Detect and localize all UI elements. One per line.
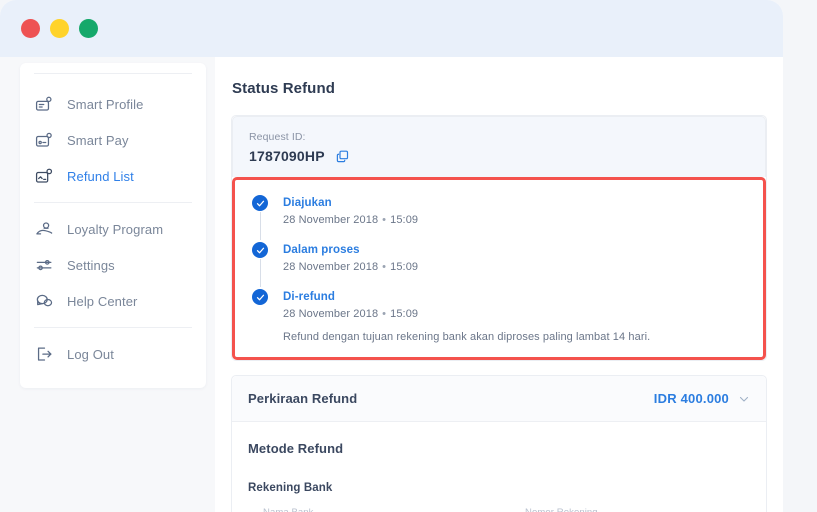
- loyalty-hand-icon: [34, 219, 54, 239]
- timeline-item: Di-refund 28 November 2018 • 15:09 Refund …: [251, 289, 747, 343]
- close-button[interactable]: [21, 19, 40, 38]
- sidebar-item-label: Log Out: [67, 346, 114, 362]
- timeline-connector: [259, 212, 261, 240]
- perkiraan-refund-amount: IDR 400.000: [653, 391, 729, 406]
- timeline-separator: •: [382, 261, 387, 273]
- window-controls: [21, 19, 98, 38]
- chevron-down-icon: [738, 393, 750, 405]
- sidebar-item-label: Help Center: [67, 293, 138, 309]
- chat-bubbles-icon: [34, 291, 54, 311]
- timeline-date: 28 November 2018: [283, 261, 379, 273]
- metode-refund-section: Metode Refund Rekening Bank Nama Bank BC…: [232, 422, 766, 512]
- sidebar-item-label: Loyalty Program: [67, 221, 164, 237]
- sidebar-divider-top: [34, 73, 192, 74]
- refund-card-icon: [34, 166, 54, 186]
- timeline-date: 28 November 2018: [283, 214, 379, 226]
- window-titlebar: [0, 0, 783, 57]
- sidebar-group-session: Log Out: [20, 334, 206, 374]
- sidebar-item-refund-list[interactable]: Refund List: [20, 158, 206, 194]
- sidebar-item-label: Smart Profile: [67, 96, 144, 112]
- logout-icon: [34, 344, 54, 364]
- perkiraan-refund-row[interactable]: Perkiraan Refund IDR 400.000: [232, 376, 766, 422]
- request-id-label: Request ID:: [249, 131, 306, 143]
- sidebar-item-smart-pay[interactable]: Smart Pay: [20, 122, 206, 158]
- sidebar-item-help-center[interactable]: Help Center: [20, 283, 206, 319]
- app-root: Smart Profile Smart Pay Refund List Loya…: [0, 0, 817, 512]
- account-number-label: Nomor Rekening: [521, 507, 602, 512]
- sidebar-divider-1: [34, 202, 192, 203]
- timeline-separator: •: [382, 214, 387, 226]
- timeline-date: 28 November 2018: [283, 308, 379, 320]
- timeline-item: Diajukan 28 November 2018 • 15:09: [251, 195, 747, 242]
- page-title: Status Refund: [232, 80, 335, 97]
- status-refund-card: Request ID: 1787090HP Diajukan 28 Novemb…: [231, 115, 767, 361]
- pay-card-icon: [34, 130, 54, 150]
- timeline-time: 15:09: [390, 261, 419, 273]
- perkiraan-refund-toggle[interactable]: IDR 400.000: [654, 391, 750, 406]
- check-circle-icon: [252, 289, 268, 305]
- sidebar-item-label: Settings: [67, 257, 115, 273]
- main-panel: Status Refund Request ID: 1787090HP Diaj…: [215, 57, 783, 512]
- timeline-time: 15:09: [390, 214, 419, 226]
- request-id-strip: Request ID: 1787090HP: [232, 116, 766, 177]
- timeline-status: Dalam proses: [283, 244, 360, 256]
- check-circle-icon: [252, 195, 268, 211]
- sidebar-item-smart-profile[interactable]: Smart Profile: [20, 86, 206, 122]
- timeline-note: Refund dengan tujuan rekening bank akan …: [283, 331, 651, 343]
- request-id-row: 1787090HP: [249, 148, 749, 164]
- request-id-value: 1787090HP: [249, 148, 325, 164]
- refund-timeline: Diajukan 28 November 2018 • 15:09 Dalam …: [251, 195, 747, 343]
- maximize-button[interactable]: [79, 19, 98, 38]
- browser-window: Smart Profile Smart Pay Refund List Loya…: [0, 0, 783, 512]
- sidebar-item-loyalty-program[interactable]: Loyalty Program: [20, 211, 206, 247]
- sidebar: Smart Profile Smart Pay Refund List Loya…: [20, 63, 206, 388]
- id-card-icon: [34, 94, 54, 114]
- refund-estimate-card: Perkiraan Refund IDR 400.000 Metode Refu…: [231, 375, 767, 512]
- timeline-status: Di-refund: [283, 291, 336, 303]
- bank-name-label: Nama Bank: [259, 507, 318, 512]
- window-body: Smart Profile Smart Pay Refund List Loya…: [0, 57, 783, 512]
- timeline-connector: [259, 259, 261, 287]
- check-circle-icon: [252, 242, 268, 258]
- timeline-time: 15:09: [390, 308, 419, 320]
- sidebar-item-label: Refund List: [67, 168, 134, 184]
- timeline-item: Dalam proses 28 November 2018 • 15:09: [251, 242, 747, 289]
- metode-refund-title: Metode Refund: [248, 441, 344, 456]
- sidebar-group-secondary: Loyalty Program Settings Help Center: [20, 209, 206, 321]
- sidebar-item-settings[interactable]: Settings: [20, 247, 206, 283]
- refund-timeline-highlight: Diajukan 28 November 2018 • 15:09 Dalam …: [232, 177, 766, 360]
- timeline-status: Diajukan: [283, 197, 332, 209]
- sidebar-item-label: Smart Pay: [67, 132, 129, 148]
- timeline-separator: •: [382, 308, 387, 320]
- copy-icon[interactable]: [335, 149, 350, 164]
- sidebar-group-main: Smart Profile Smart Pay Refund List: [20, 84, 206, 196]
- perkiraan-refund-label: Perkiraan Refund: [248, 391, 358, 406]
- sliders-icon: [34, 255, 54, 275]
- sidebar-divider-2: [34, 327, 192, 328]
- timeline-meta: 28 November 2018 • 15:09: [283, 308, 747, 320]
- sidebar-item-log-out[interactable]: Log Out: [20, 336, 206, 372]
- timeline-meta: 28 November 2018 • 15:09: [283, 214, 747, 226]
- timeline-meta: 28 November 2018 • 15:09: [283, 261, 747, 273]
- rekening-bank-title: Rekening Bank: [248, 482, 333, 494]
- minimize-button[interactable]: [50, 19, 69, 38]
